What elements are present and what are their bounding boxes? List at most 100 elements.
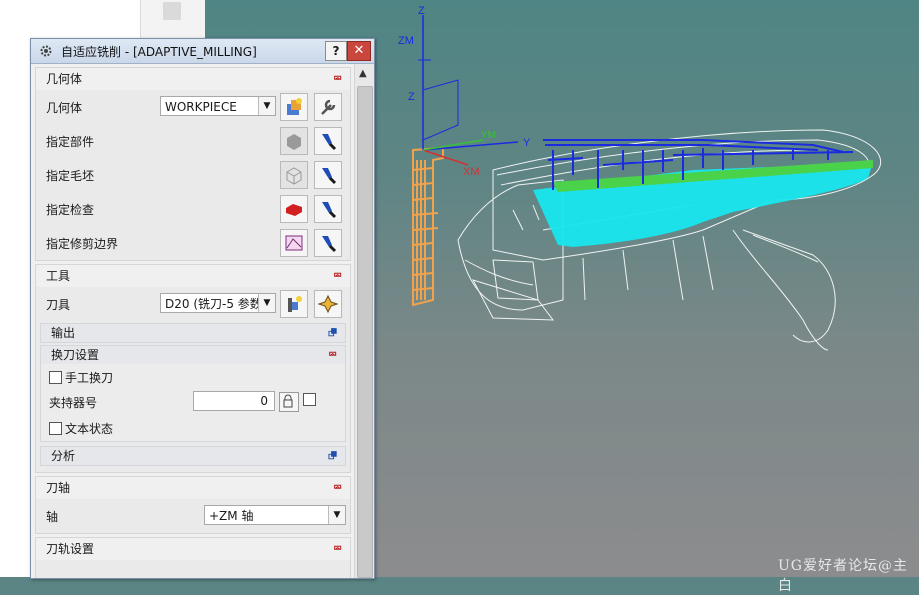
axis-select[interactable]: +ZM 轴 ▼ — [204, 505, 346, 525]
tool-header[interactable]: 工具 ⮹ — [36, 265, 350, 287]
check-body-icon — [286, 204, 302, 216]
lock-button[interactable] — [279, 392, 299, 412]
specify-blank-label: 指定毛坯 — [46, 169, 95, 183]
holder-number-input[interactable]: 0 — [193, 391, 275, 411]
tool-header-label: 工具 — [46, 269, 71, 283]
geometry-header[interactable]: 几何体 ⮹ — [36, 68, 350, 90]
zm-axis-label: ZM — [398, 35, 414, 47]
new-tool-button[interactable] — [280, 290, 308, 318]
display-blank-button[interactable] — [314, 161, 342, 189]
help-button[interactable]: ? — [325, 41, 347, 61]
collapse-icon: ⮹ — [333, 72, 342, 85]
wcs-axes: Z ZM Z Y YM XM — [398, 5, 531, 178]
manual-change-label: 手工换刀 — [65, 371, 114, 385]
expand-icon: ⮻ — [328, 326, 337, 339]
tool-holder — [412, 146, 444, 307]
geometry-row: 几何体 WORKPIECE ▼ — [36, 90, 350, 124]
tool-change-panel: 换刀设置 ⮹ 手工换刀 夹持器号 0 文本状态 — [40, 345, 346, 442]
dialog-content: 几何体 ⮹ 几何体 WORKPIECE ▼ 指定部件 指定毛坯 指定检查 指定修… — [31, 64, 353, 578]
new-geometry-button[interactable] — [280, 93, 308, 121]
expand-icon: ⮻ — [328, 449, 337, 462]
text-status-label: 文本状态 — [65, 422, 114, 436]
analysis-label: 分析 — [51, 449, 76, 463]
scroll-up-icon[interactable]: ▲ — [359, 68, 367, 79]
collapse-icon: ⮹ — [333, 542, 342, 555]
tool-axis-header[interactable]: 刀轴 ⮹ — [36, 477, 350, 499]
axis-label: 轴 — [46, 510, 59, 524]
edit-geometry-button[interactable] — [314, 93, 342, 121]
text-status-row: 文本状态 — [41, 415, 345, 441]
chevron-down-icon: ▼ — [328, 506, 345, 524]
new-geometry-icon — [287, 98, 302, 115]
output-subsection[interactable]: 输出 ⮻ — [40, 323, 346, 343]
blank-cube-icon — [286, 167, 302, 185]
holder-row: 夹持器号 0 — [41, 390, 345, 415]
geometry-header-label: 几何体 — [46, 72, 83, 86]
specify-trim-row: 指定修剪边界 — [36, 226, 350, 260]
output-label: 输出 — [51, 326, 76, 340]
navigator-strip — [140, 0, 206, 40]
z2-axis-label: Z — [408, 91, 415, 103]
z-axis-label: Z — [418, 5, 425, 17]
holder-checkbox[interactable] — [303, 393, 316, 406]
scroll-thumb[interactable] — [357, 86, 373, 578]
specify-trim-label: 指定修剪边界 — [46, 237, 119, 251]
cut-region — [533, 160, 873, 247]
collapse-icon: ⮹ — [328, 348, 337, 361]
analysis-subsection[interactable]: 分析 ⮻ — [40, 446, 346, 466]
flashlight-icon — [322, 202, 337, 219]
chevron-down-icon: ▼ — [258, 97, 275, 115]
chevron-down-icon: ▼ — [258, 294, 275, 312]
3d-model-view[interactable]: Z ZM Z Y YM XM — [373, 0, 919, 577]
path-settings-header-label: 刀轨设置 — [46, 542, 95, 556]
tool-axis-section: 刀轴 ⮹ 轴 +ZM 轴 ▼ — [35, 476, 351, 534]
manual-change-row: 手工换刀 — [41, 364, 345, 390]
edit-tool-button[interactable] — [314, 290, 342, 318]
display-part-button[interactable] — [314, 127, 342, 155]
collapse-icon: ⮹ — [333, 481, 342, 494]
geometry-section: 几何体 ⮹ 几何体 WORKPIECE ▼ 指定部件 指定毛坯 指定检查 指定修… — [35, 67, 351, 261]
flashlight-icon — [322, 134, 337, 151]
tool-select[interactable]: D20 (铣刀-5 参数 ▼ — [160, 293, 276, 313]
display-check-button[interactable] — [314, 195, 342, 223]
select-blank-button[interactable] — [280, 161, 308, 189]
axis-row: 轴 +ZM 轴 ▼ — [36, 499, 350, 533]
tool-section: 工具 ⮹ 刀具 D20 (铣刀-5 参数 ▼ 输出 ⮻ 换刀设置 ⮹ 手工换刀 … — [35, 264, 351, 473]
tool-edit-icon — [318, 294, 338, 314]
axis-value: +ZM 轴 — [209, 509, 254, 523]
ym-axis-label: YM — [481, 130, 496, 141]
specify-blank-row: 指定毛坯 — [36, 158, 350, 192]
part-cube-icon — [287, 134, 301, 150]
tool-change-label: 换刀设置 — [51, 348, 100, 362]
xm-axis-label: XM — [463, 166, 480, 178]
geometry-select[interactable]: WORKPIECE ▼ — [160, 96, 276, 116]
close-button[interactable]: ✕ — [347, 41, 371, 61]
dialog-titlebar[interactable]: 自适应铣削 - [ADAPTIVE_MILLING] ? ✕ — [31, 39, 374, 64]
wireframe-part — [457, 129, 882, 351]
collapse-icon: ⮹ — [333, 269, 342, 282]
text-status-checkbox[interactable] — [49, 422, 62, 435]
select-part-button[interactable] — [280, 127, 308, 155]
specify-part-label: 指定部件 — [46, 135, 95, 149]
geometry-value: WORKPIECE — [165, 100, 237, 114]
tool-value: D20 (铣刀-5 参数 — [165, 297, 262, 311]
flashlight-icon — [322, 168, 337, 185]
flashlight-icon — [322, 236, 337, 253]
select-trim-button[interactable] — [280, 229, 308, 257]
specify-check-label: 指定检查 — [46, 203, 95, 217]
dialog-scrollbar[interactable]: ▲ — [354, 64, 374, 578]
gear-icon — [40, 45, 52, 57]
tool-row: 刀具 D20 (铣刀-5 参数 ▼ — [36, 287, 350, 321]
select-check-button[interactable] — [280, 195, 308, 223]
path-settings-header[interactable]: 刀轨设置 ⮹ — [36, 538, 350, 560]
lock-icon — [283, 394, 293, 408]
path-settings-section: 刀轨设置 ⮹ — [35, 537, 351, 578]
ghost-icon — [163, 2, 181, 20]
tool-change-subsection[interactable]: 换刀设置 ⮹ — [41, 346, 345, 364]
wrench-icon — [321, 99, 336, 115]
adaptive-milling-dialog: 自适应铣削 - [ADAPTIVE_MILLING] ? ✕ 几何体 ⮹ 几何体… — [30, 38, 375, 579]
display-trim-button[interactable] — [314, 229, 342, 257]
trim-boundary-icon — [285, 235, 303, 251]
dialog-title: 自适应铣削 - [ADAPTIVE_MILLING] — [61, 44, 257, 59]
manual-change-checkbox[interactable] — [49, 371, 62, 384]
